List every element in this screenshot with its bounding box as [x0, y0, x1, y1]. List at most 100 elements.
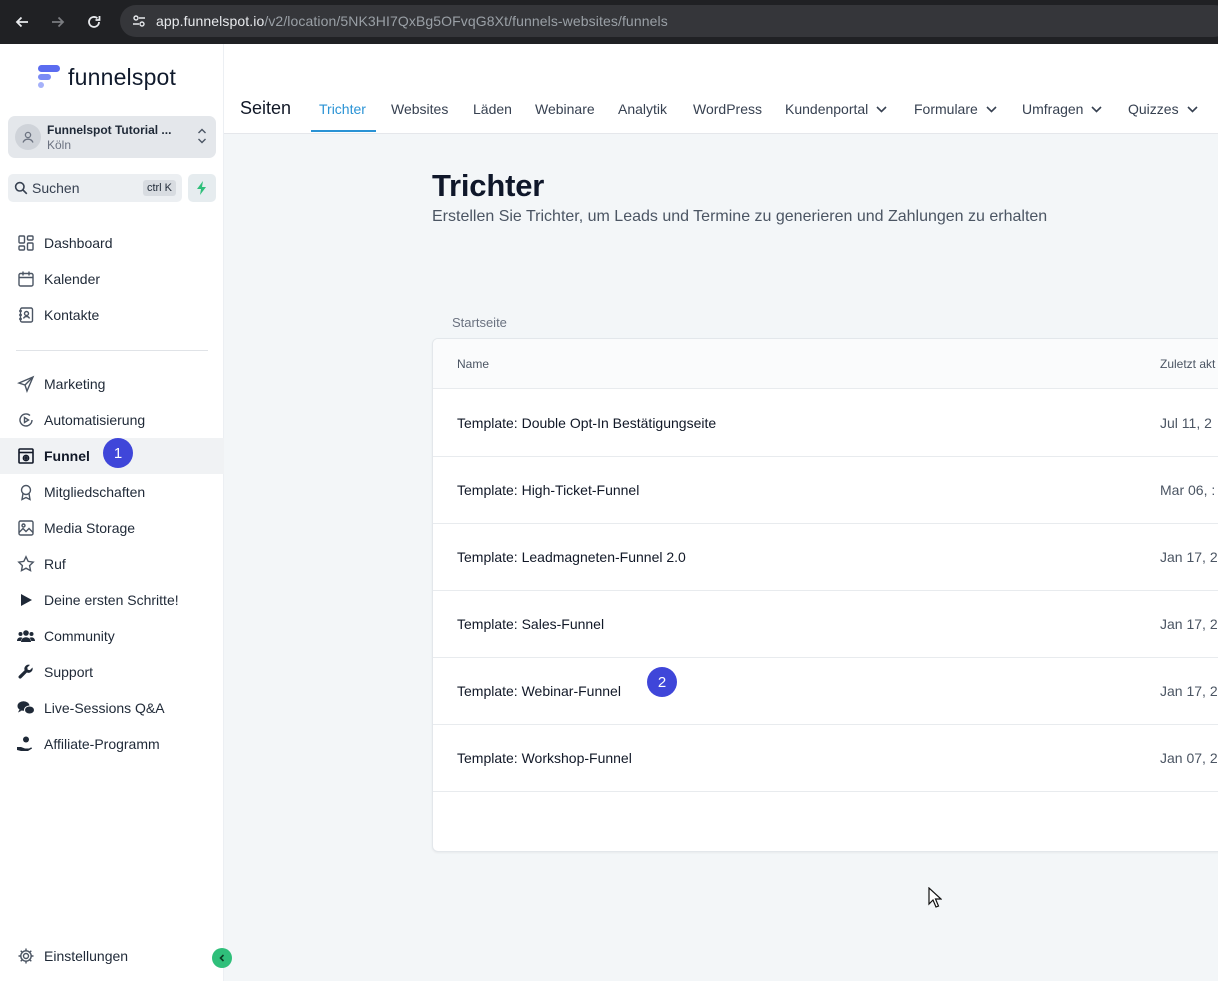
tab-label: Analytik	[618, 101, 668, 117]
sidebar-item-label: Community	[44, 628, 115, 644]
reload-button[interactable]	[76, 4, 112, 40]
tab-forms[interactable]: Formulare	[914, 101, 997, 117]
sidebar-item-automation[interactable]: Automatisierung	[0, 402, 224, 438]
tab-websites[interactable]: Websites	[391, 101, 448, 117]
column-header-name[interactable]: Name	[457, 357, 489, 371]
table-header: Name Zuletzt akt	[433, 339, 1218, 389]
sidebar-item-affiliate[interactable]: Affiliate-Programm	[0, 726, 224, 762]
send-icon	[16, 374, 36, 394]
account-name: Funnelspot Tutorial ...	[47, 122, 172, 137]
funnelspot-logo-icon	[34, 62, 64, 92]
tab-wordpress[interactable]: WordPress	[693, 101, 762, 117]
quick-actions-button[interactable]	[188, 174, 216, 202]
chevron-down-icon	[986, 105, 997, 113]
page-title: Trichter	[432, 168, 545, 203]
step-badge: 1	[103, 438, 133, 468]
sidebar-item-support[interactable]: Support	[0, 654, 224, 690]
table-row[interactable]: Template: Sales-Funnel Jan 17, 2	[433, 591, 1218, 658]
dashboard-icon	[16, 233, 36, 253]
column-header-updated[interactable]: Zuletzt akt	[1160, 357, 1215, 371]
breadcrumb[interactable]: Startseite	[452, 315, 507, 330]
play-icon	[16, 590, 36, 610]
active-tab-indicator	[311, 130, 376, 132]
forward-button[interactable]	[40, 4, 76, 40]
last-updated: Jan 17, 2	[1160, 549, 1218, 565]
funnel-name[interactable]: Template: Workshop-Funnel	[457, 750, 632, 766]
funnel-name[interactable]: Template: High-Ticket-Funnel	[457, 482, 639, 498]
back-button[interactable]	[4, 4, 40, 40]
award-icon	[16, 482, 36, 502]
funnels-table: Name Zuletzt akt Template: Double Opt-In…	[432, 338, 1218, 852]
sidebar-item-label: Mitgliedschaften	[44, 484, 146, 500]
funnel-name[interactable]: Template: Leadmagneten-Funnel 2.0	[457, 549, 686, 565]
tab-label: Websites	[391, 101, 449, 117]
sidebar-item-contacts[interactable]: Kontakte	[0, 297, 224, 333]
table-row[interactable]: Template: Webinar-Funnel Jan 17, 2	[433, 658, 1218, 725]
chevron-down-icon	[1187, 105, 1198, 113]
chevron-down-icon	[1091, 105, 1103, 113]
sidebar-item-label: Deine ersten Schritte!	[44, 592, 179, 608]
sidebar-item-label: Live-Sessions Q&A	[44, 700, 165, 716]
tab-label: Kundenportal	[785, 101, 869, 117]
tab-label: Läden	[473, 101, 512, 117]
tab-stores[interactable]: Läden	[473, 101, 512, 117]
address-bar[interactable]: app.funnelspot.io/v2/location/5NK3HI7QxB…	[120, 5, 1218, 37]
sidebar-item-calendar[interactable]: Kalender	[0, 261, 224, 297]
tab-label: WordPress	[693, 101, 762, 117]
account-switcher[interactable]: Funnelspot Tutorial ... Köln	[8, 116, 216, 158]
table-row[interactable]: Template: Workshop-Funnel Jan 07, 2	[433, 725, 1218, 792]
tab-trichter[interactable]: Trichter	[319, 101, 366, 117]
user-avatar-icon	[15, 124, 41, 150]
funnel-name[interactable]: Template: Sales-Funnel	[457, 616, 604, 632]
url-host: app.funnelspot.io	[156, 13, 265, 29]
tab-client-portal[interactable]: Kundenportal	[785, 101, 887, 117]
sidebar-item-settings[interactable]: Einstellungen	[0, 938, 224, 974]
sidebar: funnelspot Funnelspot Tutorial ... Köln …	[0, 44, 232, 981]
calendar-icon	[16, 269, 36, 289]
sidebar-item-reputation[interactable]: Ruf	[0, 546, 224, 582]
sidebar-item-label: Media Storage	[44, 520, 136, 536]
chat-icon	[16, 698, 36, 718]
site-settings-icon[interactable]	[122, 13, 156, 29]
funnel-name[interactable]: Template: Double Opt-In Bestätigungseite	[457, 415, 716, 431]
sidebar-item-marketing[interactable]: Marketing	[0, 366, 224, 402]
sidebar-item-label: Kontakte	[44, 307, 100, 323]
browser-toolbar: app.funnelspot.io/v2/location/5NK3HI7QxB…	[0, 0, 1218, 44]
sidebar-item-label: Dashboard	[44, 235, 113, 251]
brand-logo[interactable]: funnelspot	[34, 62, 176, 92]
table-row[interactable]: Template: High-Ticket-Funnel Mar 06, :	[433, 457, 1218, 524]
sidebar-item-memberships[interactable]: Mitgliedschaften	[0, 474, 224, 510]
tab-webinars[interactable]: Webinare	[535, 101, 595, 117]
sidebar-item-label: Marketing	[44, 376, 106, 392]
arrow-right-icon	[52, 16, 65, 28]
table-row[interactable]: Template: Leadmagneten-Funnel 2.0 Jan 17…	[433, 524, 1218, 591]
sidebar-item-label: Kalender	[44, 271, 101, 287]
image-icon	[16, 518, 36, 538]
sidebar-item-first-steps[interactable]: Deine ersten Schritte!	[0, 582, 224, 618]
collapse-sidebar-button[interactable]	[212, 948, 232, 968]
last-updated: Mar 06, :	[1160, 482, 1216, 498]
tab-label: Umfragen	[1022, 101, 1084, 117]
funnel-name[interactable]: Template: Webinar-Funnel	[457, 683, 621, 699]
tab-surveys[interactable]: Umfragen	[1022, 101, 1103, 117]
hand-coin-icon	[16, 734, 36, 754]
tab-label: Quizzes	[1128, 101, 1179, 117]
search-placeholder: Suchen	[32, 180, 80, 196]
sidebar-divider	[16, 350, 208, 351]
tab-quizzes[interactable]: Quizzes	[1128, 101, 1198, 117]
contacts-icon	[16, 305, 36, 325]
sidebar-item-live-sessions[interactable]: Live-Sessions Q&A	[0, 690, 224, 726]
sidebar-item-label: Ruf	[44, 556, 66, 572]
last-updated: Jan 17, 2	[1160, 683, 1218, 699]
funnel-icon	[16, 446, 36, 466]
account-location: Köln	[47, 137, 72, 152]
bolt-icon	[197, 181, 206, 195]
sidebar-item-dashboard[interactable]: Dashboard	[0, 225, 224, 261]
search-input[interactable]: Suchen ctrl K	[8, 174, 182, 202]
sidebar-item-community[interactable]: Community	[0, 618, 224, 654]
url-text: app.funnelspot.io/v2/location/5NK3HI7QxB…	[156, 13, 668, 29]
sidebar-item-media-storage[interactable]: Media Storage	[0, 510, 224, 546]
table-row[interactable]: Template: Double Opt-In Bestätigungseite…	[433, 390, 1218, 457]
tab-analytics[interactable]: Analytik	[618, 101, 667, 117]
tab-label: Formulare	[914, 101, 978, 117]
